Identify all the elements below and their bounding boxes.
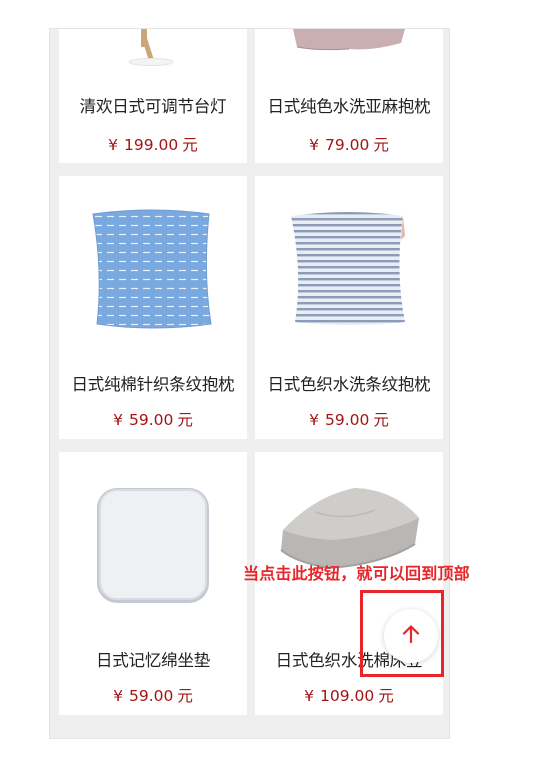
product-name: 日式纯色水洗亚麻抱枕 — [267, 97, 431, 116]
product-name: 日式记忆绵坐垫 — [95, 651, 211, 670]
washed-striped-pillow-image — [255, 176, 443, 350]
product-name: 日式纯棉针织条纹抱枕 — [71, 375, 235, 394]
product-name: 日式色织水洗条纹抱枕 — [267, 375, 431, 394]
product-card-knit-striped-pillow[interactable]: 日式纯棉针织条纹抱枕 ¥59.00 元 — [59, 176, 247, 439]
product-card-linen-pillow[interactable]: 日式纯色水洗亚麻抱枕 ¥79.00 元 — [255, 29, 443, 163]
product-price: ¥109.00 元 — [304, 687, 394, 705]
product-name: 清欢日式可调节台灯 — [79, 97, 227, 116]
product-price: ¥79.00 元 — [309, 136, 389, 154]
knit-striped-pillow-image — [59, 176, 247, 350]
arrow-up-icon — [400, 623, 422, 649]
back-to-top-button[interactable] — [384, 609, 438, 663]
product-price: ¥59.00 元 — [113, 687, 193, 705]
product-card-washed-striped-pillow[interactable]: 日式色织水洗条纹抱枕 ¥59.00 元 — [255, 176, 443, 439]
product-card-memory-foam-cushion[interactable]: 日式记忆绵坐垫 ¥59.00 元 — [59, 452, 247, 715]
product-price: ¥59.00 元 — [113, 411, 193, 429]
memory-foam-cushion-image — [59, 452, 247, 626]
desk-lamp-image — [59, 29, 247, 83]
annotation-callout: 当点击此按钮，就可以回到顶部 — [243, 564, 470, 583]
product-price: ¥59.00 元 — [309, 411, 389, 429]
product-card-desk-lamp[interactable]: 清欢日式可调节台灯 ¥199.00 元 — [59, 29, 247, 163]
linen-pillow-image — [255, 29, 443, 83]
product-price: ¥199.00 元 — [108, 136, 198, 154]
